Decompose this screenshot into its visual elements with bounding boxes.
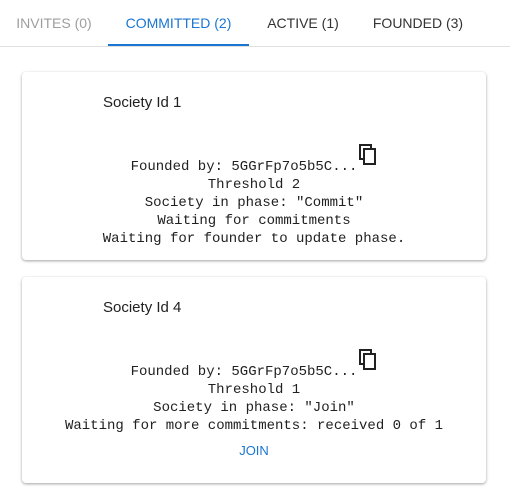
society-details: Founded by: 5GGrFp7o5b5C... Threshold 2 … [22, 144, 486, 248]
threshold-text: Threshold 1 [207, 382, 301, 398]
threshold-text: Threshold 2 [207, 177, 301, 193]
phase-text: Society in phase: "Commit" [144, 195, 364, 211]
tab-invites: INVITES (0) [16, 15, 92, 31]
status-text: Waiting for more commitments: received 0… [64, 418, 444, 434]
phase-text: Society in phase: "Join" [153, 400, 355, 416]
tab-active[interactable]: ACTIVE (1) [249, 0, 357, 46]
tab-founded[interactable]: FOUNDED (3) [357, 0, 479, 46]
founded-by-text: Founded by: 5GGrFp7o5b5C... [130, 159, 358, 175]
society-card: Society Id 1 Founded by: 5GGrFp7o5b5C...… [22, 72, 486, 260]
society-title: Society Id 4 [103, 299, 182, 316]
status-text: Waiting for founder to update phase. [102, 231, 406, 247]
founded-by-text: Founded by: 5GGrFp7o5b5C... [130, 364, 358, 380]
society-title: Society Id 1 [103, 94, 182, 111]
copy-icon[interactable] [359, 349, 377, 376]
tab-indicator [108, 44, 249, 46]
join-button[interactable]: JOIN [22, 443, 486, 458]
copy-icon[interactable] [359, 144, 377, 171]
tab-bar: INVITES (0) COMMITTED (2) ACTIVE (1) FOU… [0, 0, 510, 47]
founded-by-line: Founded by: 5GGrFp7o5b5C... [22, 349, 486, 381]
status-text: Waiting for commitments [157, 213, 351, 229]
society-card: Society Id 4 Founded by: 5GGrFp7o5b5C...… [22, 277, 486, 483]
founded-by-line: Founded by: 5GGrFp7o5b5C... [22, 144, 486, 176]
society-details: Founded by: 5GGrFp7o5b5C... Threshold 1 … [22, 349, 486, 435]
tab-committed[interactable]: COMMITTED (2) [108, 0, 249, 46]
